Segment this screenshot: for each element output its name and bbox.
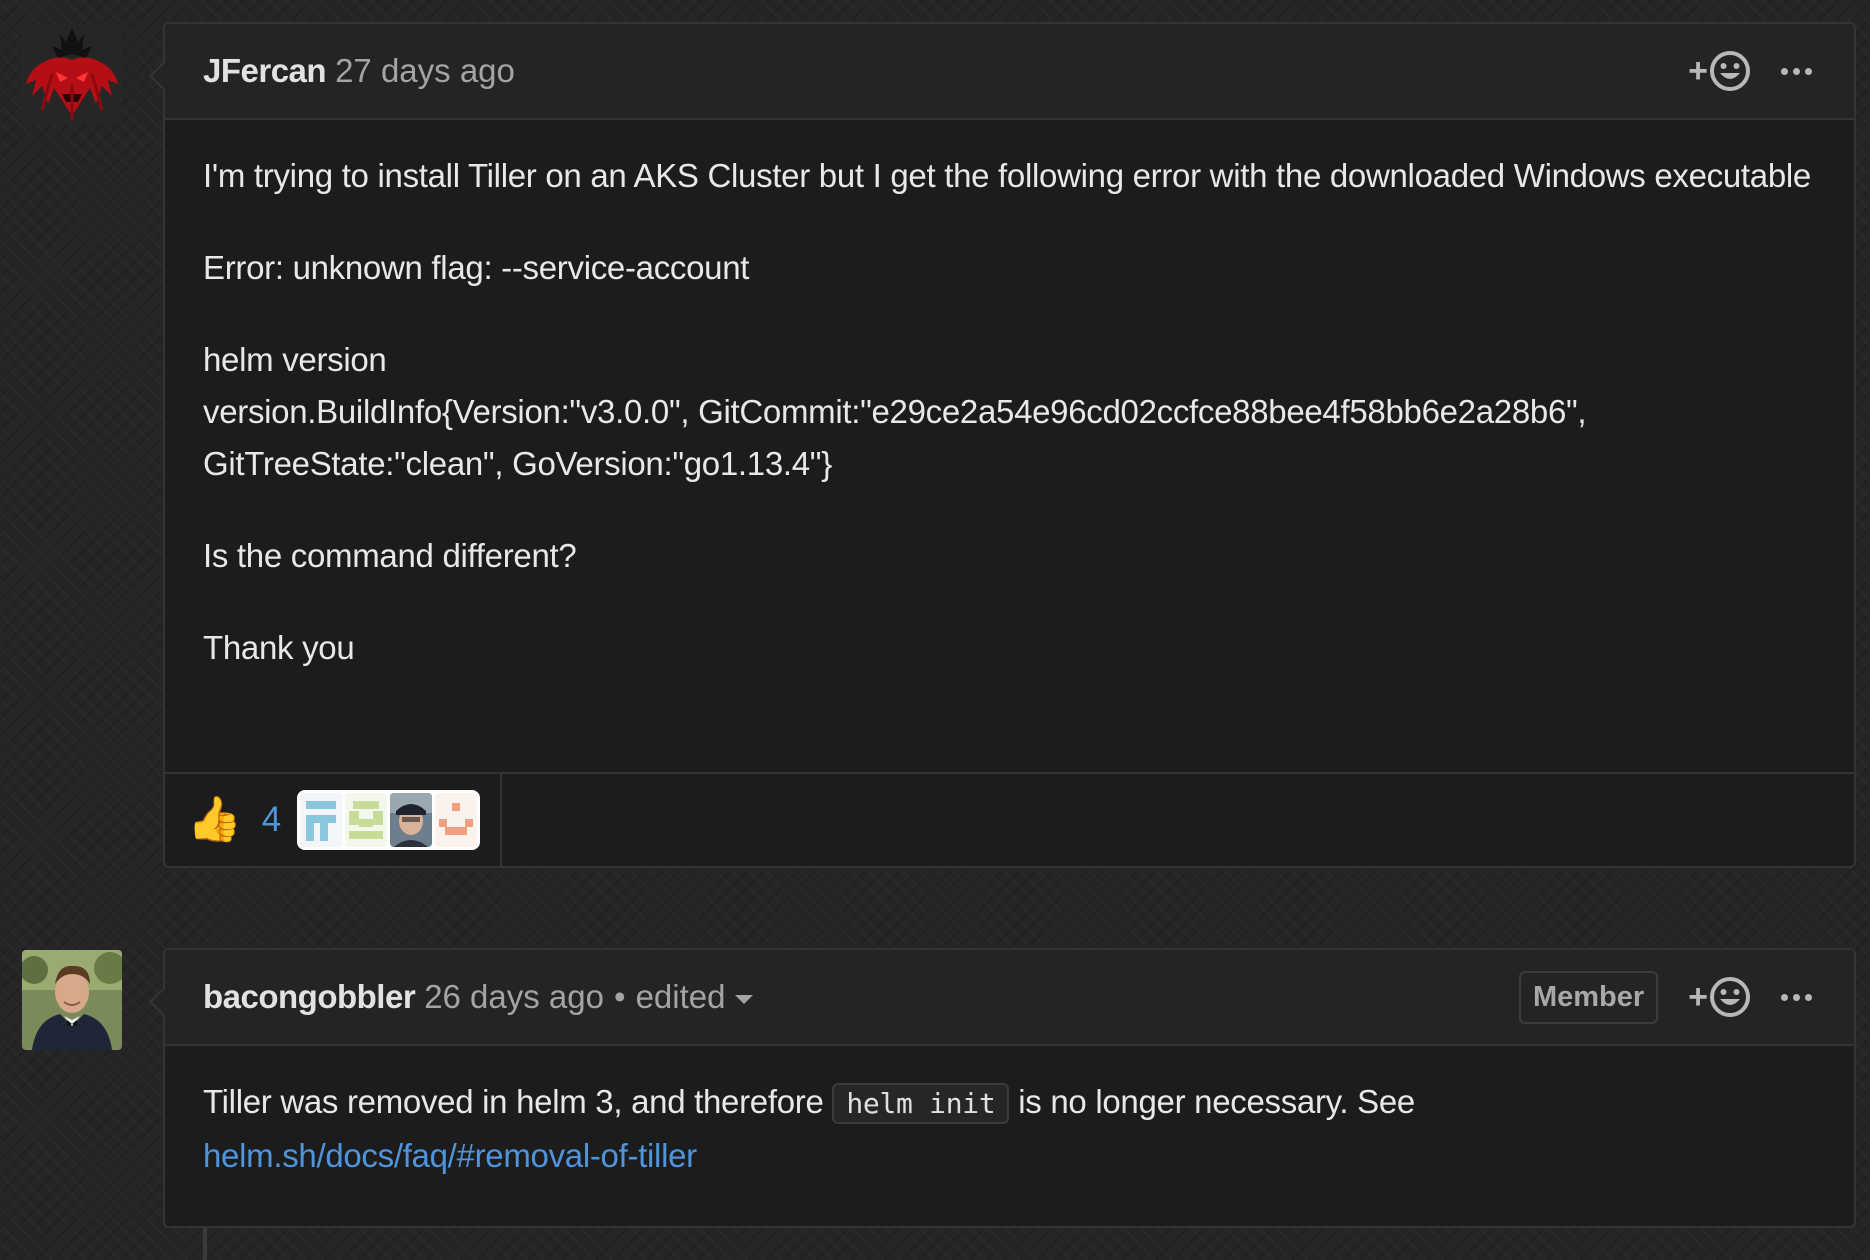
reaction-count: 4: [261, 800, 282, 839]
reactions-bar: 👍 4: [165, 772, 1854, 866]
add-reaction-button[interactable]: +: [1688, 50, 1751, 92]
inline-code: helm init: [832, 1083, 1010, 1124]
thumbs-up-icon: 👍: [187, 795, 242, 844]
thumbs-up-reaction[interactable]: 👍 4: [165, 774, 503, 866]
identicon-blue-icon[interactable]: [300, 793, 343, 847]
comment-paragraph: Thank you: [203, 629, 355, 666]
comment-paragraph: Is the command different?: [203, 537, 577, 574]
caret-down-icon: [735, 994, 754, 1004]
more-options-icon[interactable]: [1777, 993, 1816, 1001]
comment-actions: Member +: [1518, 970, 1816, 1024]
comment-body: Tiller was removed in helm 3, and theref…: [165, 1046, 1854, 1202]
comment-line: helm version: [203, 341, 387, 378]
avatar-jfercan[interactable]: [22, 24, 122, 124]
comment-actions: +: [1688, 50, 1816, 92]
author-name[interactable]: JFercan: [203, 52, 327, 90]
edited-label: edited: [635, 978, 726, 1015]
comment-timestamp[interactable]: 27 days ago: [335, 52, 515, 90]
member-badge: Member: [1518, 970, 1659, 1024]
identicon-orange-icon[interactable]: [435, 793, 478, 847]
comment-paragraph: Tiller was removed in helm 3, and theref…: [203, 1076, 1816, 1182]
comment-paragraph: Error: unknown flag: --service-account: [203, 249, 750, 286]
plus-label: +: [1688, 977, 1708, 1016]
add-reaction-button[interactable]: +: [1688, 976, 1751, 1018]
user-photo-icon[interactable]: [390, 793, 433, 847]
avatar-bacongobbler[interactable]: [22, 950, 122, 1050]
comment-header: bacongobbler 26 days ago • edited Member…: [165, 950, 1854, 1046]
removal-of-tiller-link[interactable]: helm.sh/docs/faq/#removal-of-tiller: [203, 1137, 697, 1174]
comment-text: Tiller was removed in helm 3, and theref…: [203, 1083, 833, 1120]
comment-text: is no longer necessary. See: [1009, 1083, 1415, 1120]
identicon-green-icon[interactable]: [345, 793, 388, 847]
more-options-icon[interactable]: [1777, 67, 1816, 75]
author-name[interactable]: bacongobbler: [203, 978, 416, 1016]
comment-paragraph: helm version version.BuildInfo{Version:"…: [203, 334, 1816, 490]
comment-card: bacongobbler 26 days ago • edited Member…: [149, 948, 1856, 1228]
plus-label: +: [1688, 51, 1708, 90]
reactor-avatars: [297, 790, 481, 850]
comment-paragraph: I'm trying to install Tiller on an AKS C…: [203, 157, 1811, 194]
smiley-icon: [1710, 51, 1750, 91]
comment-line: version.BuildInfo{Version:"v3.0.0", GitC…: [203, 393, 1587, 482]
comment-body: I'm trying to install Tiller on an AKS C…: [165, 120, 1854, 694]
smiley-icon: [1710, 977, 1750, 1017]
comment-timestamp[interactable]: 26 days ago: [424, 978, 604, 1016]
red-demon-avatar-icon: [22, 24, 122, 124]
user-photo-avatar-icon: [22, 950, 122, 1050]
timeline-connector: [203, 1225, 207, 1260]
edited-dropdown[interactable]: edited: [636, 978, 754, 1016]
comment-header: JFercan 27 days ago +: [165, 24, 1854, 120]
meta-separator: •: [614, 978, 626, 1015]
comment-card: JFercan 27 days ago + I'm trying to inst…: [149, 22, 1856, 868]
